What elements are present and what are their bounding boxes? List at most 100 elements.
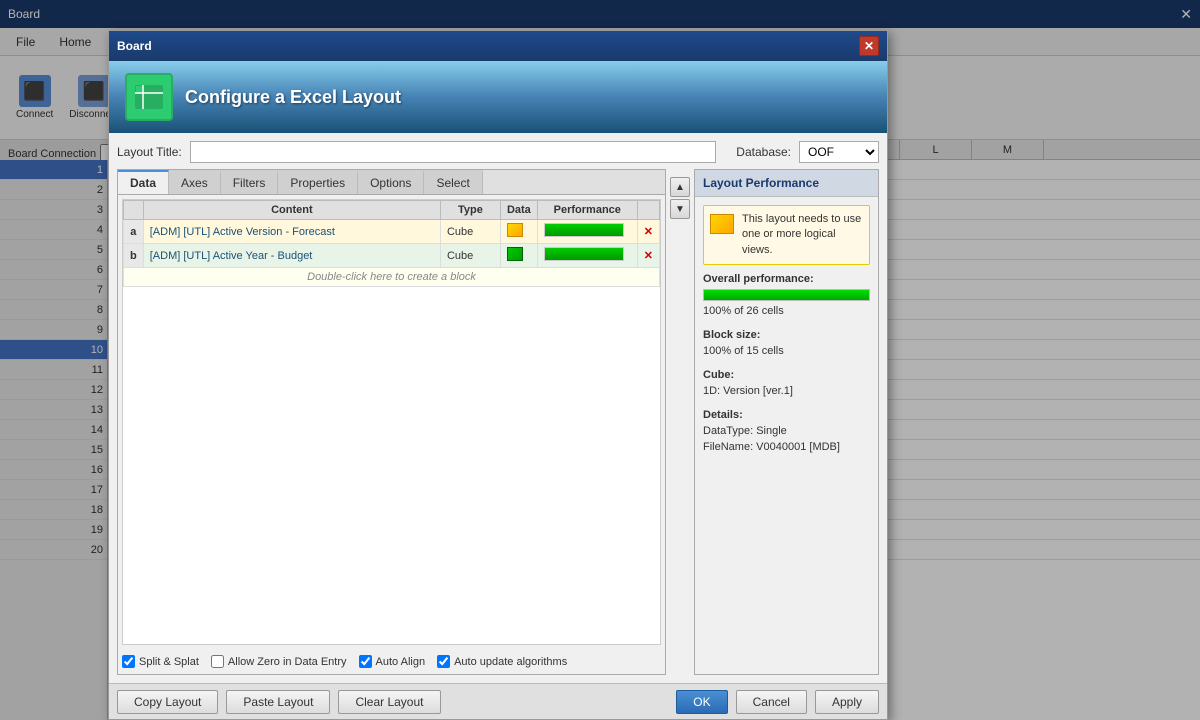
block-size-section: Block size: 100% of 15 cells <box>703 325 870 357</box>
row-b-perf-bar <box>545 248 623 260</box>
allow-zero-label: Allow Zero in Data Entry <box>228 656 347 668</box>
row-b-perf-bar-container <box>544 247 624 261</box>
tab-properties[interactable]: Properties <box>278 170 358 194</box>
tab-bar: Data Axes Filters Properties Options Sel… <box>118 170 665 195</box>
checkbox-allow-zero[interactable]: Allow Zero in Data Entry <box>211 655 347 668</box>
cube-label: Cube: <box>703 369 870 381</box>
create-block-cell[interactable]: Double-click here to create a block <box>124 268 660 287</box>
row-b-close-icon[interactable]: ✕ <box>644 250 653 262</box>
side-nav: ▲ ▼ <box>670 169 690 675</box>
col-header-actions <box>637 201 659 220</box>
create-block-row[interactable]: Double-click here to create a block <box>124 268 660 287</box>
dialog-title-bar: Board ✕ <box>109 31 887 61</box>
row-b-type: Cube <box>440 244 500 268</box>
left-panel: Data Axes Filters Properties Options Sel… <box>117 169 666 675</box>
dialog-body: Layout Title: Database: OOF Data Axes Fi… <box>109 133 887 683</box>
row-b-perf <box>537 244 637 268</box>
perf-body: This layout needs to use one or more log… <box>695 197 878 674</box>
overall-perf-label: Overall performance: <box>703 273 870 285</box>
col-header-data: Data <box>500 201 537 220</box>
checkbox-split-splat[interactable]: Split & Splat <box>122 655 199 668</box>
database-label: Database: <box>736 145 791 159</box>
details-datatype: DataType: Single <box>703 425 870 437</box>
tab-options[interactable]: Options <box>358 170 424 194</box>
details-section: Details: DataType: Single FileName: V004… <box>703 405 870 453</box>
layout-title-row: Layout Title: Database: OOF <box>117 141 879 163</box>
paste-layout-btn[interactable]: Paste Layout <box>226 690 330 714</box>
auto-update-label: Auto update algorithms <box>454 656 567 668</box>
split-splat-checkbox[interactable] <box>122 655 135 668</box>
row-a-content[interactable]: [ADM] [UTL] Active Version - Forecast <box>143 220 440 244</box>
checkboxes-row: Split & Splat Allow Zero in Data Entry A… <box>118 649 665 674</box>
row-b-data-icon <box>507 247 523 261</box>
row-a-perf-bar-container <box>544 223 624 237</box>
tab-filters[interactable]: Filters <box>221 170 279 194</box>
auto-align-label: Auto Align <box>376 656 426 668</box>
details-filename: FileName: V0040001 [MDB] <box>703 441 870 453</box>
dialog-header-title: Configure a Excel Layout <box>185 87 401 108</box>
ok-btn[interactable]: OK <box>676 690 727 714</box>
dialog-header: Configure a Excel Layout <box>109 61 887 133</box>
cube-section: Cube: 1D: Version [ver.1] <box>703 365 870 397</box>
nav-down-btn[interactable]: ▼ <box>670 199 690 219</box>
block-size-value: 100% of 15 cells <box>703 345 870 357</box>
row-b-content[interactable]: [ADM] [UTL] Active Year - Budget <box>143 244 440 268</box>
row-a-perf <box>537 220 637 244</box>
row-b-data <box>500 244 537 268</box>
allow-zero-checkbox[interactable] <box>211 655 224 668</box>
overall-perf-value: 100% of 26 cells <box>703 305 870 317</box>
row-a-perf-bar <box>545 224 623 236</box>
tab-axes[interactable]: Axes <box>169 170 221 194</box>
overall-perf-bar-outer <box>703 289 870 301</box>
col-header-content: Content <box>143 201 440 220</box>
copy-layout-btn[interactable]: Copy Layout <box>117 690 218 714</box>
col-header-performance: Performance <box>537 201 637 220</box>
cube-value: 1D: Version [ver.1] <box>703 385 870 397</box>
clear-layout-btn[interactable]: Clear Layout <box>338 690 440 714</box>
block-size-label: Block size: <box>703 329 870 341</box>
row-label-b: b <box>124 244 144 268</box>
tab-select[interactable]: Select <box>424 170 482 194</box>
right-panel: Layout Performance This layout needs to … <box>694 169 879 675</box>
details-label: Details: <box>703 409 870 421</box>
dialog-footer: Copy Layout Paste Layout Clear Layout OK… <box>109 683 887 719</box>
auto-update-checkbox[interactable] <box>437 655 450 668</box>
row-b-content-link[interactable]: [ADM] [UTL] Active Year - Budget <box>150 250 313 262</box>
split-splat-label: Split & Splat <box>139 656 199 668</box>
database-select[interactable]: OOF <box>799 141 879 163</box>
auto-align-checkbox[interactable] <box>359 655 372 668</box>
perf-header: Layout Performance <box>695 170 878 197</box>
table-row: a [ADM] [UTL] Active Version - Forecast … <box>124 220 660 244</box>
perf-notice: This layout needs to use one or more log… <box>703 205 870 265</box>
col-header-id <box>124 201 144 220</box>
perf-flag-icon <box>710 214 734 234</box>
layout-title-label: Layout Title: <box>117 145 182 159</box>
apply-btn[interactable]: Apply <box>815 690 879 714</box>
checkbox-auto-update[interactable]: Auto update algorithms <box>437 655 567 668</box>
data-table-container: Content Type Data Performance a <box>122 199 661 645</box>
col-header-type: Type <box>440 201 500 220</box>
dialog-close-btn[interactable]: ✕ <box>859 36 879 56</box>
row-a-close-icon[interactable]: ✕ <box>644 226 653 238</box>
overall-perf-bar-fill <box>704 290 869 300</box>
overall-perf-section: Overall performance: 100% of 26 cells <box>703 273 870 317</box>
row-a-close[interactable]: ✕ <box>637 220 659 244</box>
main-content-wrapper: Data Axes Filters Properties Options Sel… <box>117 169 879 675</box>
row-a-type: Cube <box>440 220 500 244</box>
row-label-a: a <box>124 220 144 244</box>
configure-layout-dialog: Board ✕ Configure a Excel Layout Layout … <box>108 30 888 720</box>
data-table: Content Type Data Performance a <box>123 200 660 287</box>
row-a-data <box>500 220 537 244</box>
row-b-close[interactable]: ✕ <box>637 244 659 268</box>
row-a-data-icon <box>507 223 523 237</box>
checkbox-auto-align[interactable]: Auto Align <box>359 655 426 668</box>
nav-up-btn[interactable]: ▲ <box>670 177 690 197</box>
dialog-logo-icon <box>125 73 173 121</box>
row-a-content-link[interactable]: [ADM] [UTL] Active Version - Forecast <box>150 226 335 238</box>
dialog-title: Board <box>117 39 152 53</box>
layout-title-input[interactable] <box>190 141 717 163</box>
perf-notice-text: This layout needs to use one or more log… <box>742 212 863 258</box>
cancel-btn[interactable]: Cancel <box>736 690 807 714</box>
table-row: b [ADM] [UTL] Active Year - Budget Cube <box>124 244 660 268</box>
tab-data[interactable]: Data <box>118 170 169 194</box>
